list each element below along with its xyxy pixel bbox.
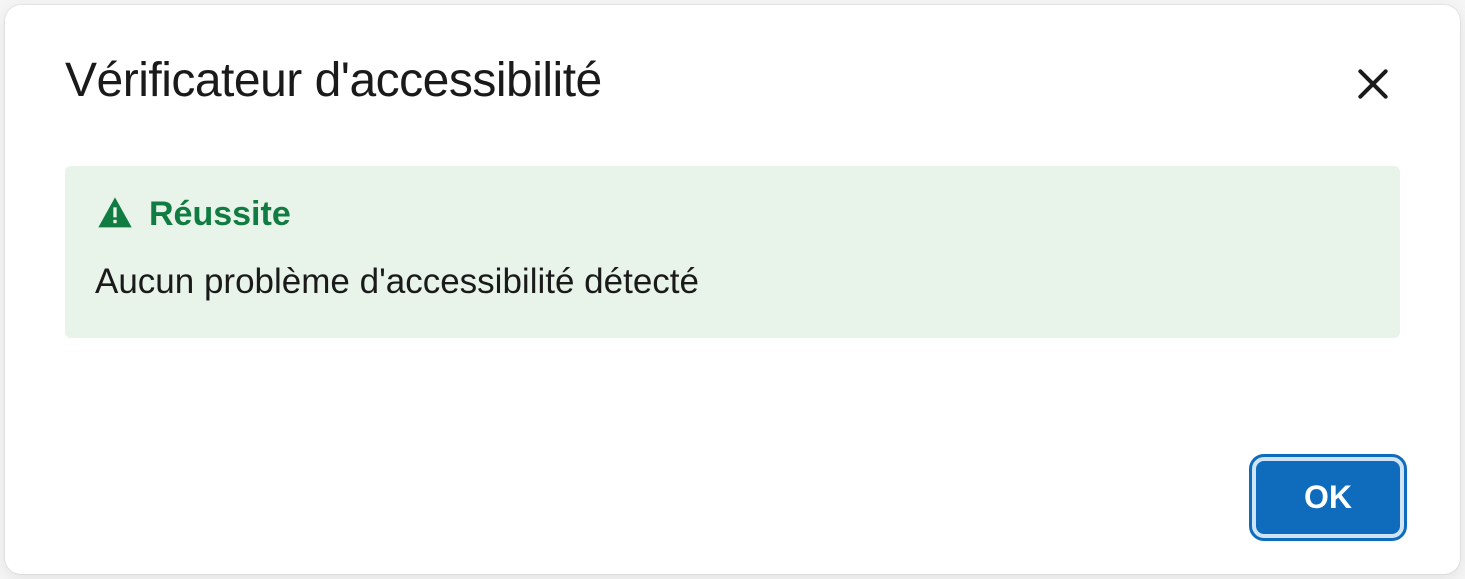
accessibility-checker-dialog: Vérificateur d'accessibilité Réussite Au… (5, 5, 1460, 574)
close-button[interactable] (1346, 57, 1400, 111)
dialog-title: Vérificateur d'accessibilité (65, 53, 602, 108)
ok-button[interactable]: OK (1256, 461, 1400, 534)
close-icon (1354, 65, 1392, 103)
dialog-header: Vérificateur d'accessibilité (65, 53, 1400, 111)
status-message: Aucun problème d'accessibilité détecté (95, 262, 1370, 302)
status-header: Réussite (95, 194, 1370, 234)
status-panel: Réussite Aucun problème d'accessibilité … (65, 166, 1400, 338)
status-label: Réussite (149, 195, 291, 234)
success-warning-icon (95, 194, 135, 234)
dialog-footer: OK (65, 461, 1400, 534)
